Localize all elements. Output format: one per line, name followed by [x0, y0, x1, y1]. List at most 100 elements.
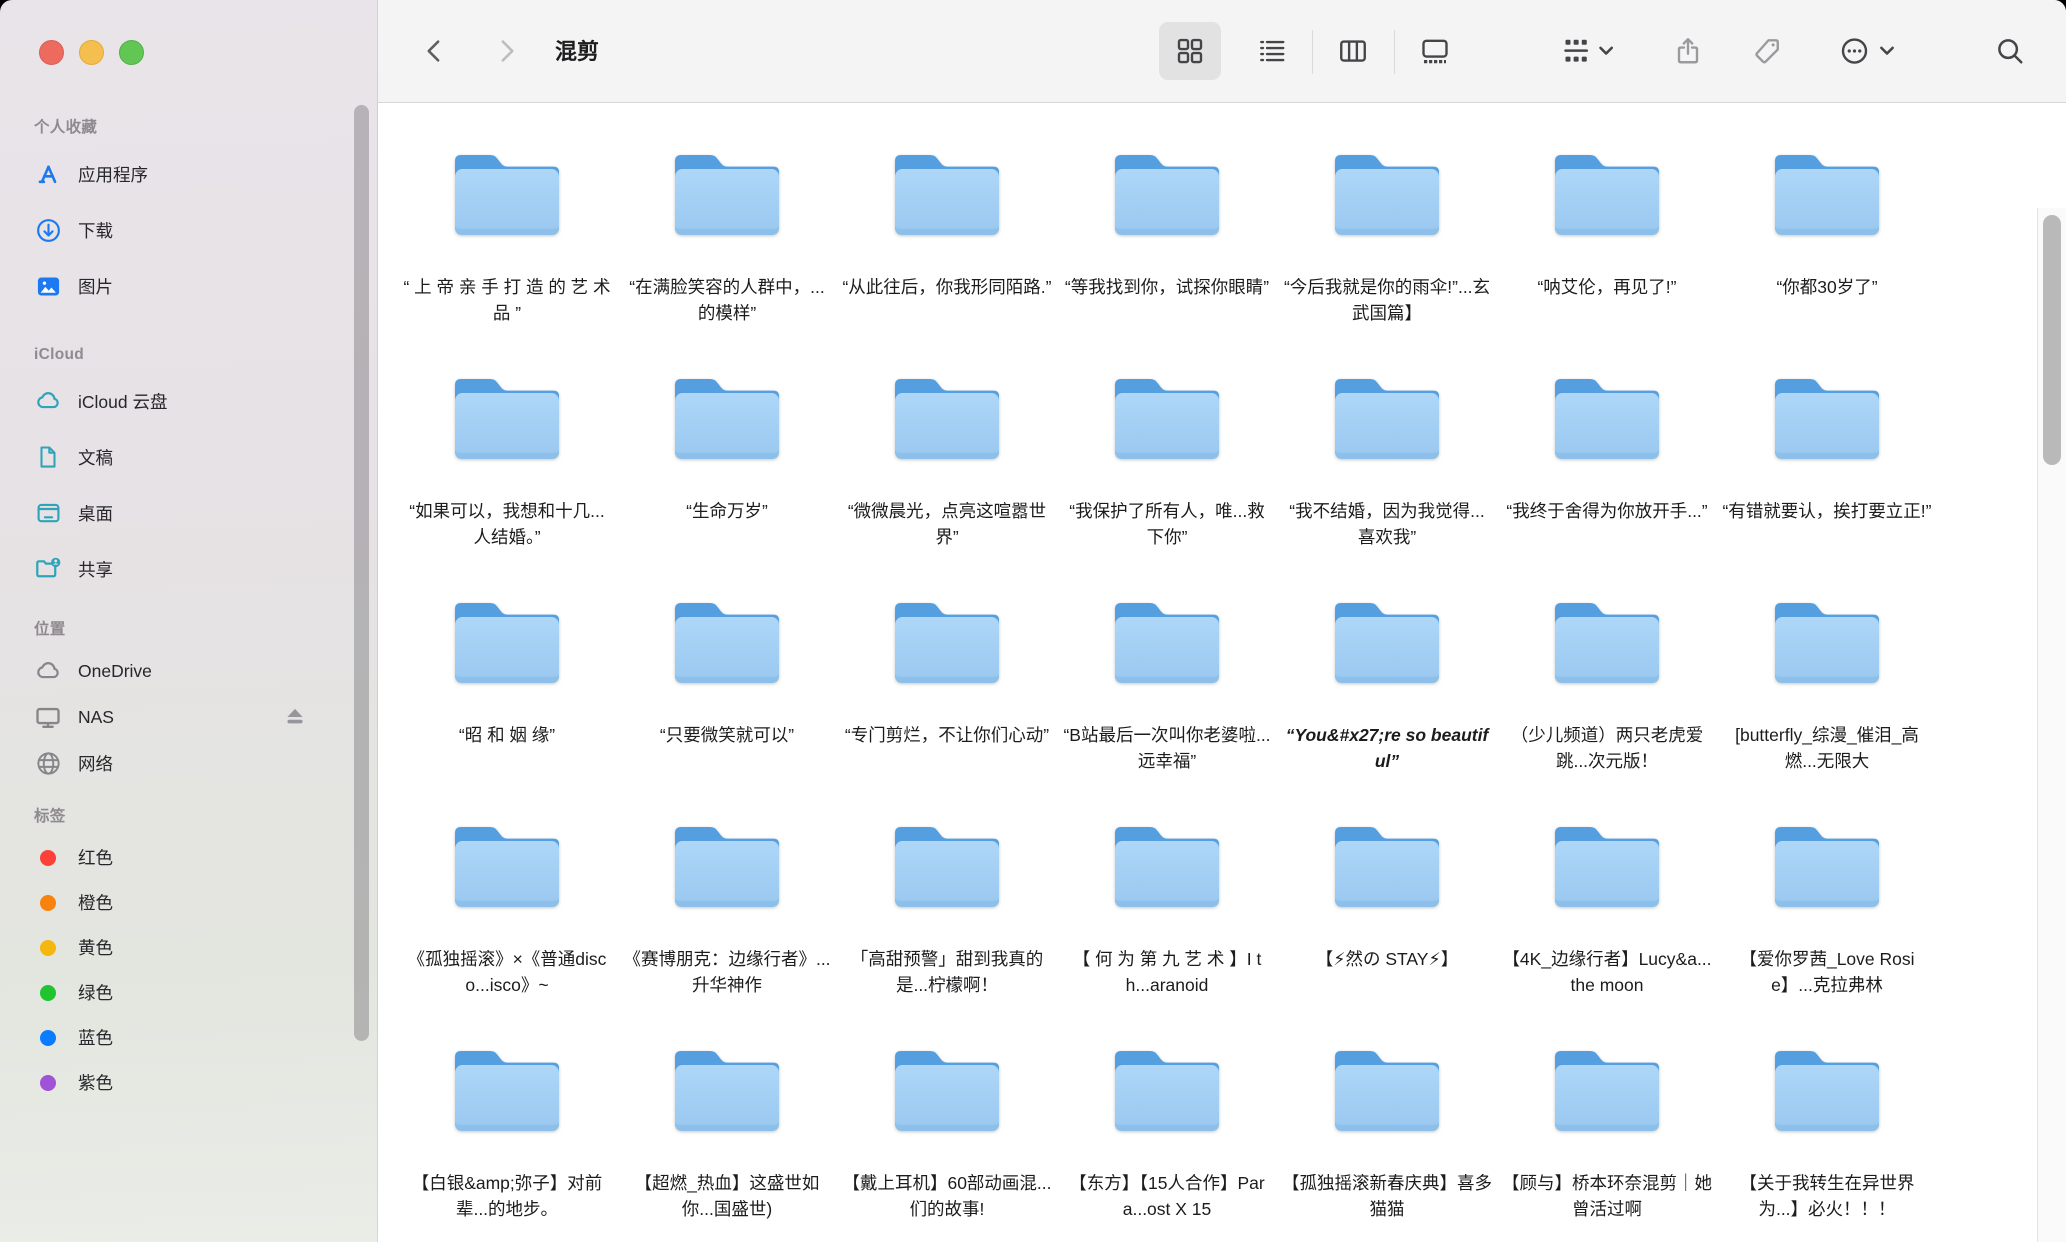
sidebar-item-label: 网络	[78, 751, 113, 776]
sidebar-item-共享[interactable]: 共享	[0, 541, 378, 597]
gallery-view-icon	[1420, 36, 1450, 66]
folder-item[interactable]: 【戴上耳机】60部动画混...们的故事!	[837, 1021, 1057, 1242]
view-columns-button[interactable]	[1338, 36, 1368, 66]
content-scrollbar[interactable]	[2043, 215, 2061, 465]
view-list-button[interactable]	[1257, 36, 1287, 66]
sidebar-item-label: 桌面	[78, 501, 113, 526]
folder-item[interactable]: “生命万岁”	[617, 349, 837, 573]
folder-item[interactable]: （少儿频道）两只老虎爱跳...次元版！	[1497, 573, 1717, 797]
sidebar-item-文稿[interactable]: 文稿	[0, 429, 378, 485]
folder-icon	[1548, 1041, 1666, 1137]
folder-item[interactable]: 【爱你罗茜_Love Rosie】...克拉弗林	[1717, 797, 1937, 1021]
folder-icon	[1328, 369, 1446, 465]
folder-item[interactable]: 【关于我转生在异世界为...】必火！！！	[1717, 1021, 1937, 1242]
sidebar-item-iCloud 云盘[interactable]: iCloud 云盘	[0, 373, 378, 429]
share-icon	[1673, 36, 1703, 66]
folder-item[interactable]: 【孤独摇滚新春庆典】喜多猫猫	[1277, 1021, 1497, 1242]
folder-item[interactable]: “你都30岁了”	[1717, 125, 1937, 349]
folder-label: 【顾与】桥本环奈混剪｜她曾活过啊	[1501, 1171, 1713, 1222]
folder-item[interactable]: “等我找到你，试探你眼睛”	[1057, 125, 1277, 349]
zoom-button[interactable]	[119, 40, 144, 65]
folder-icon	[448, 369, 566, 465]
sidebar-item-下载[interactable]: 下载	[0, 202, 378, 258]
folder-item[interactable]: “如果可以，我想和十几...人结婚。”	[397, 349, 617, 573]
search-icon	[1995, 36, 2025, 66]
folder-item[interactable]: “ 上 帝 亲 手 打 造 的 艺 术 品 ”	[397, 125, 617, 349]
view-grid-button[interactable]	[1159, 22, 1221, 80]
folder-item[interactable]: “B站最后一次叫你老婆啦...远幸福”	[1057, 573, 1277, 797]
window-title: 混剪	[555, 0, 599, 103]
back-button[interactable]	[420, 36, 450, 66]
folder-icon	[888, 145, 1006, 241]
main-area: 混剪	[378, 0, 2066, 1242]
eject-icon[interactable]	[282, 704, 308, 730]
folder-icon	[1768, 1041, 1886, 1137]
sidebar-section: 标签红色橙色黄色绿色蓝色紫色	[0, 806, 378, 1105]
folder-label: “昭 和 姻 缘”	[401, 723, 613, 749]
sidebar-item-label: 橙色	[78, 890, 113, 915]
sidebar-item-桌面[interactable]: 桌面	[0, 485, 378, 541]
folder-icon	[888, 817, 1006, 913]
folder-item[interactable]: “我终于舍得为你放开手...”	[1497, 349, 1717, 573]
folder-item[interactable]: 【4K_边缘行者】Lucy&a...the moon	[1497, 797, 1717, 1021]
folder-item[interactable]: “只要微笑就可以”	[617, 573, 837, 797]
share-button[interactable]	[1673, 36, 1703, 66]
folder-item[interactable]: 【 何 为 第 九 艺 术 】I th...aranoid	[1057, 797, 1277, 1021]
sidebar-section: 位置OneDriveNAS网络	[0, 619, 378, 786]
tag-button[interactable]	[1752, 36, 1782, 66]
folder-item[interactable]: “今后我就是你的雨伞!”...玄武国篇】	[1277, 125, 1497, 349]
folder-item[interactable]: “昭 和 姻 缘”	[397, 573, 617, 797]
folder-item[interactable]: “我不结婚，因为我觉得...喜欢我”	[1277, 349, 1497, 573]
sidebar-item-图片[interactable]: 图片	[0, 258, 378, 314]
folder-item[interactable]: 【⚡然の STAY⚡】	[1277, 797, 1497, 1021]
folder-item[interactable]: “微微晨光，点亮这喧嚣世界”	[837, 349, 1057, 573]
folder-item[interactable]: “有错就要认，挨打要立正!”	[1717, 349, 1937, 573]
close-button[interactable]	[39, 40, 64, 65]
group-button[interactable]	[1561, 36, 1625, 66]
folder-item[interactable]: 【白银&amp;弥子】对前辈...的地步。	[397, 1021, 617, 1242]
sidebar-item-橙色[interactable]: 橙色	[0, 880, 378, 925]
folder-label: “今后我就是你的雨伞!”...玄武国篇】	[1281, 275, 1493, 326]
folder-item[interactable]: 【顾与】桥本环奈混剪｜她曾活过啊	[1497, 1021, 1717, 1242]
folder-item[interactable]: 「高甜预警」甜到我真的是...柠檬啊！	[837, 797, 1057, 1021]
folder-icon	[1328, 817, 1446, 913]
folder-icon	[1548, 593, 1666, 689]
sidebar-item-蓝色[interactable]: 蓝色	[0, 1015, 378, 1060]
sidebar-scrollbar[interactable]	[354, 105, 369, 1041]
sidebar-item-label: 绿色	[78, 980, 113, 1005]
folder-item[interactable]: “从此往后，你我形同陌路.”	[837, 125, 1057, 349]
forward-button[interactable]	[491, 36, 521, 66]
folder-item[interactable]: “呐艾伦，再见了!”	[1497, 125, 1717, 349]
folder-label: “我保护了所有人，唯...救下你”	[1061, 499, 1273, 550]
folder-item[interactable]: 【超燃_热血】这盛世如你...国盛世)	[617, 1021, 837, 1242]
sidebar-item-NAS[interactable]: NAS	[0, 694, 378, 740]
folder-label: 《赛博朋克：边缘行者》...升华神作	[621, 947, 833, 998]
folder-icon	[1328, 1041, 1446, 1137]
sidebar-section-title: 标签	[0, 806, 378, 828]
folder-item[interactable]: “我保护了所有人，唯...救下你”	[1057, 349, 1277, 573]
search-button[interactable]	[1995, 36, 2025, 66]
folder-item[interactable]: “You&#x27;re so beautiful”	[1277, 573, 1497, 797]
sidebar-item-应用程序[interactable]: 应用程序	[0, 146, 378, 202]
folder-grid: “ 上 帝 亲 手 打 造 的 艺 术 品 ” “在满脸笑容的人群中，...的模…	[397, 125, 1937, 1242]
folder-label: “在满脸笑容的人群中，...的模样”	[621, 275, 833, 326]
sidebar-item-OneDrive[interactable]: OneDrive	[0, 648, 378, 694]
sidebar-item-紫色[interactable]: 紫色	[0, 1060, 378, 1105]
sidebar-item-网络[interactable]: 网络	[0, 740, 378, 786]
folder-item[interactable]: “在满脸笑容的人群中，...的模样”	[617, 125, 837, 349]
tag-dot	[34, 889, 62, 917]
folder-item[interactable]: 《孤独摇滚》×《普通disco...isco》~	[397, 797, 617, 1021]
sidebar-item-红色[interactable]: 红色	[0, 835, 378, 880]
list-view-icon	[1257, 36, 1287, 66]
view-gallery-button[interactable]	[1420, 36, 1450, 66]
folder-item[interactable]: 【东方】【15人合作】Para...ost X 15	[1057, 1021, 1277, 1242]
sidebar-item-黄色[interactable]: 黄色	[0, 925, 378, 970]
globe-icon	[34, 749, 62, 777]
folder-item[interactable]: “专门剪烂，不让你们心动”	[837, 573, 1057, 797]
sidebar-item-绿色[interactable]: 绿色	[0, 970, 378, 1015]
folder-label: “专门剪烂，不让你们心动”	[841, 723, 1053, 749]
more-button[interactable]	[1839, 36, 1905, 66]
folder-item[interactable]: 《赛博朋克：边缘行者》...升华神作	[617, 797, 837, 1021]
minimize-button[interactable]	[79, 40, 104, 65]
folder-item[interactable]: [butterfly_综漫_催泪_高燃...无限大	[1717, 573, 1937, 797]
